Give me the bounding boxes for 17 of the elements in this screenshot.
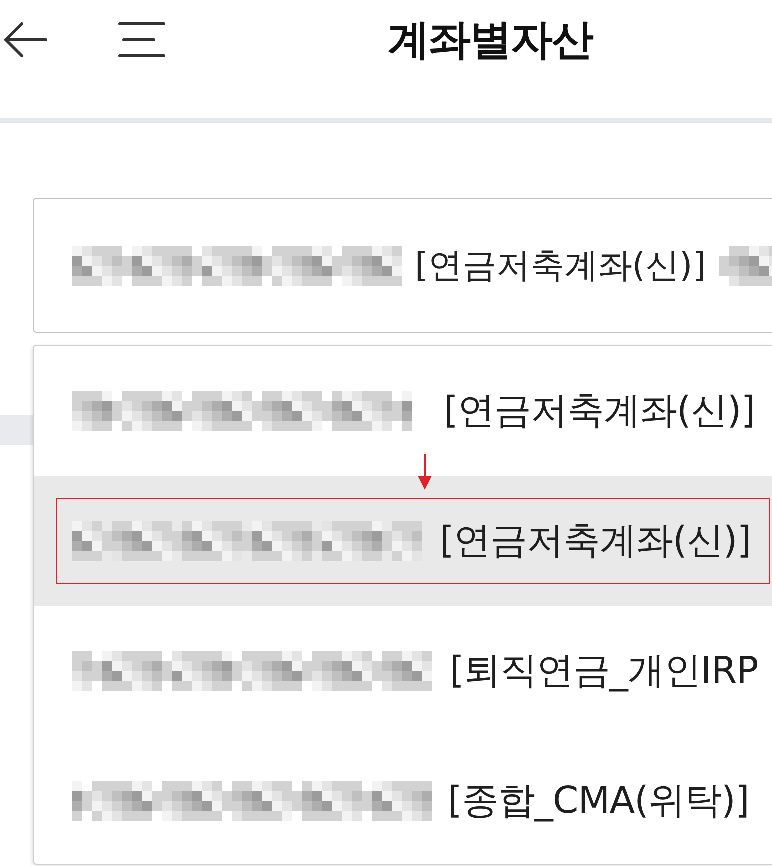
pixelated-redaction-icon [72,246,402,286]
back-arrow-icon [4,22,48,58]
menu-button[interactable] [118,22,166,58]
obscured-panel [0,415,33,445]
account-option[interactable]: [종합_CMA(위탁)] [34,736,772,866]
menu-icon [118,22,166,58]
pixelated-redaction-icon [72,781,432,821]
account-option[interactable]: [연금저축계좌(신)] [34,346,772,476]
account-option[interactable]: [연금저축계좌(신)] [34,476,772,606]
account-select[interactable]: [연금저축계좌(신)] [33,198,772,333]
down-arrow-icon [418,454,432,490]
pixelated-redaction-icon [72,391,412,431]
account-option[interactable]: [퇴직연금_개인IRP [34,606,772,736]
pixelated-redaction-icon [72,521,422,561]
pixelated-redaction-icon [72,651,432,691]
page-title: 계좌별자산 [388,14,593,66]
back-button[interactable] [4,22,48,58]
